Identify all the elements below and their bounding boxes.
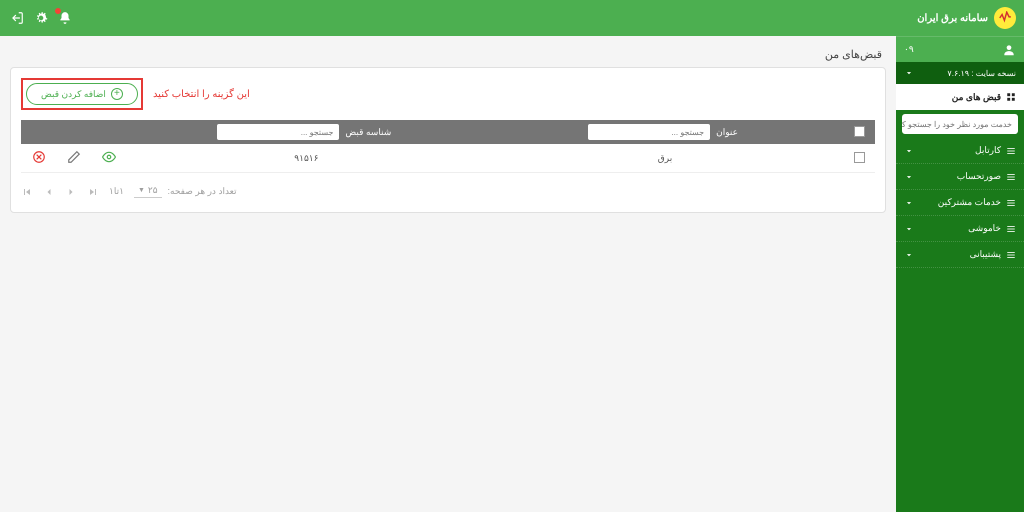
edit-button[interactable] bbox=[67, 150, 81, 164]
logout-icon[interactable] bbox=[10, 11, 24, 25]
chevron-down-icon bbox=[904, 198, 914, 208]
bills-table: عنوان شناسه قبض bbox=[21, 120, 875, 173]
chevron-down-icon bbox=[904, 250, 914, 260]
table-row: برق ۹۱۵۱۶ bbox=[21, 144, 875, 173]
highlight-box: اضافه کردن قبض + bbox=[21, 78, 143, 110]
topbar bbox=[0, 0, 896, 36]
menu-label: خاموشی bbox=[968, 223, 1001, 234]
brand: سامانه برق ایران bbox=[896, 0, 1024, 36]
notification-badge bbox=[55, 8, 61, 14]
menu-item-my-bills[interactable]: قبض های من bbox=[896, 84, 1024, 110]
user-row[interactable]: ۰۹ bbox=[896, 36, 1024, 62]
menu-item-billing[interactable]: صورتحساب bbox=[896, 164, 1024, 190]
grid-icon bbox=[1006, 92, 1016, 102]
col-view bbox=[92, 120, 127, 144]
main: قبض‌های من اضافه کردن قبض + این گزینه را… bbox=[0, 0, 896, 512]
list-icon bbox=[1006, 224, 1016, 234]
add-bill-button[interactable]: اضافه کردن قبض + bbox=[26, 83, 138, 105]
list-icon bbox=[1006, 250, 1016, 260]
col-billid-label: شناسه قبض bbox=[345, 127, 391, 138]
pager-next-icon[interactable] bbox=[65, 186, 77, 198]
col-delete bbox=[21, 120, 56, 144]
settings-icon[interactable] bbox=[34, 11, 48, 25]
col-billid: شناسه قبض bbox=[127, 120, 486, 144]
cell-title: برق bbox=[486, 144, 845, 173]
col-title-search[interactable] bbox=[588, 124, 710, 140]
menu-item-support[interactable]: پشتیبانی bbox=[896, 242, 1024, 268]
list-icon bbox=[1006, 198, 1016, 208]
chevron-down-icon bbox=[904, 172, 914, 182]
list-icon bbox=[1006, 146, 1016, 156]
pager-size[interactable]: تعداد در هر صفحه: ۲۵▼ bbox=[134, 185, 237, 198]
col-select-all[interactable] bbox=[844, 120, 875, 144]
version-row[interactable]: نسخه سایت : ۷.۶.۱۹ bbox=[896, 62, 1024, 84]
checkbox-icon[interactable] bbox=[854, 126, 865, 137]
col-title-label: عنوان bbox=[716, 127, 738, 138]
pager-last-icon[interactable] bbox=[87, 186, 99, 198]
menu-item-cartable[interactable]: کارتابل bbox=[896, 138, 1024, 164]
menu-label: کارتابل bbox=[975, 145, 1001, 156]
delete-button[interactable] bbox=[32, 150, 46, 164]
user-phone: ۰۹ bbox=[904, 44, 914, 55]
page-title: قبض‌های من bbox=[10, 48, 886, 61]
view-button[interactable] bbox=[102, 150, 116, 164]
add-bill-label: اضافه کردن قبض bbox=[41, 89, 106, 100]
pagination: ۱تا۱ تعداد در هر صفحه: ۲۵▼ bbox=[21, 185, 875, 198]
content: قبض‌های من اضافه کردن قبض + این گزینه را… bbox=[0, 36, 896, 512]
user-icon bbox=[1002, 43, 1016, 57]
menu-label: صورتحساب bbox=[957, 171, 1001, 182]
pager-size-label: تعداد در هر صفحه: bbox=[168, 186, 237, 197]
pager-first-icon[interactable] bbox=[21, 186, 33, 198]
col-billid-search-input[interactable] bbox=[223, 128, 333, 137]
chevron-down-icon bbox=[904, 146, 914, 156]
chevron-down-icon bbox=[904, 68, 914, 78]
menu-item-services[interactable]: خدمات مشترکین bbox=[896, 190, 1024, 216]
pager-range: ۱تا۱ bbox=[109, 186, 124, 197]
cell-billid: ۹۱۵۱۶ bbox=[127, 144, 486, 173]
row-checkbox[interactable] bbox=[854, 152, 865, 163]
brand-title: سامانه برق ایران bbox=[917, 13, 988, 24]
pager-size-value: ۲۵ bbox=[148, 185, 158, 196]
sidebar: سامانه برق ایران ۰۹ نسخه سایت : ۷.۶.۱۹ ق… bbox=[896, 0, 1024, 512]
sidebar-search-input[interactable] bbox=[902, 120, 1012, 129]
menu-item-outage[interactable]: خاموشی bbox=[896, 216, 1024, 242]
pager-prev-icon[interactable] bbox=[43, 186, 55, 198]
col-title: عنوان bbox=[486, 120, 845, 144]
col-edit bbox=[56, 120, 91, 144]
pager-size-select[interactable]: ۲۵▼ bbox=[134, 185, 162, 198]
dropdown-icon: ▼ bbox=[138, 187, 145, 194]
brand-logo-icon bbox=[994, 7, 1016, 29]
col-billid-search[interactable] bbox=[217, 124, 339, 140]
list-icon bbox=[1006, 172, 1016, 182]
chevron-down-icon bbox=[904, 224, 914, 234]
table-header-row: عنوان شناسه قبض bbox=[21, 120, 875, 144]
version-label: نسخه سایت : ۷.۶.۱۹ bbox=[947, 69, 1016, 78]
notification-icon[interactable] bbox=[58, 11, 72, 25]
plus-icon: + bbox=[111, 88, 123, 100]
menu-label: خدمات مشترکین bbox=[938, 197, 1001, 208]
hint-text: این گزینه را انتخاب کنید bbox=[153, 89, 250, 100]
menu-selected-label: قبض های من bbox=[952, 92, 1001, 103]
menu-label: پشتیبانی bbox=[970, 249, 1001, 260]
sidebar-search[interactable] bbox=[902, 114, 1018, 134]
col-title-search-input[interactable] bbox=[594, 128, 704, 137]
card: اضافه کردن قبض + این گزینه را انتخاب کنی… bbox=[10, 67, 886, 213]
card-toolbar: اضافه کردن قبض + این گزینه را انتخاب کنی… bbox=[21, 78, 875, 110]
